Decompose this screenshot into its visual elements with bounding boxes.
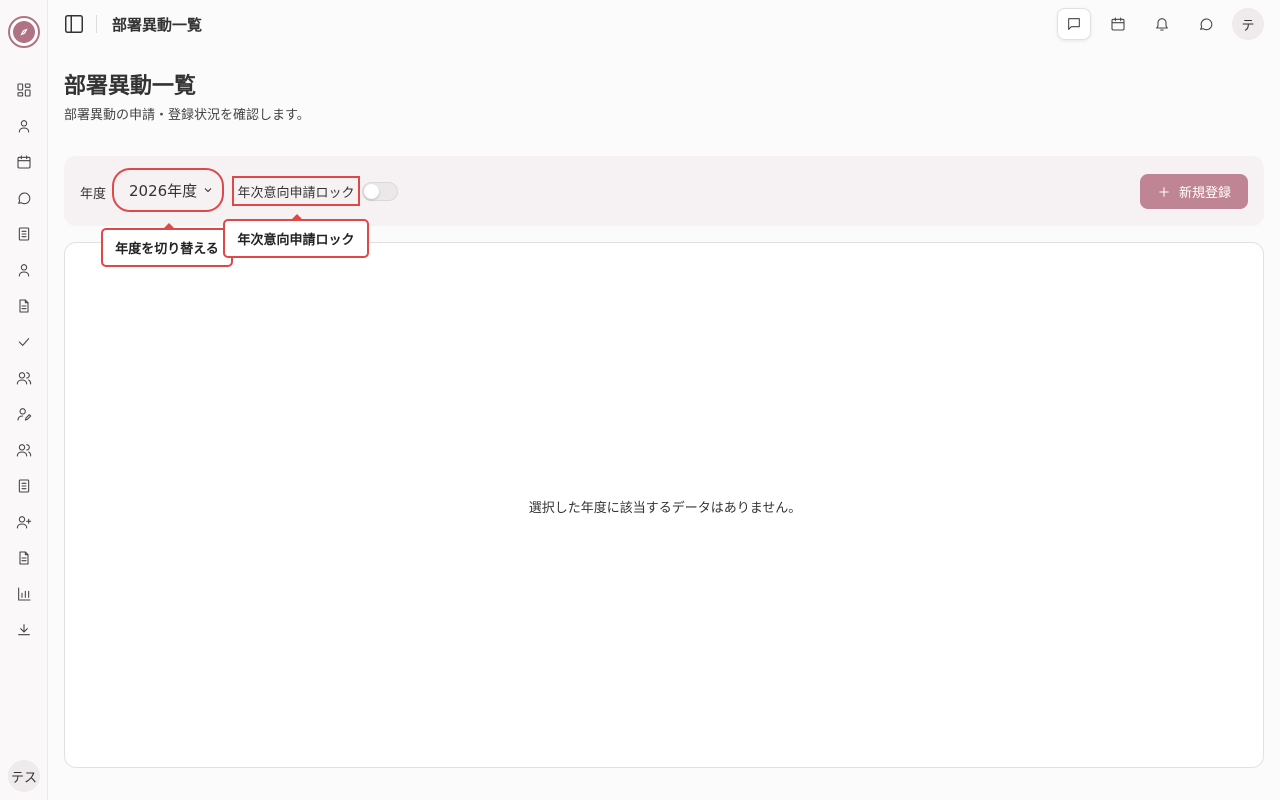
check-icon	[18, 338, 30, 346]
sidebar-item-chat[interactable]	[14, 188, 34, 208]
sidebar-item-calendar[interactable]	[14, 152, 34, 172]
tooltip-year-switch-text: 年度を切り替える	[115, 242, 219, 257]
sidebar-item-report[interactable]	[14, 548, 34, 568]
panel-left-icon	[65, 15, 83, 33]
page-subtitle: 部署異動の申請・登録状況を確認します。	[64, 108, 310, 123]
calendar-icon	[17, 155, 31, 169]
year-label: 年度	[80, 187, 107, 202]
sidebar-item-approval[interactable]	[14, 332, 34, 352]
sidebar-item-members[interactable]	[14, 440, 34, 460]
toggle-knob	[364, 184, 379, 199]
transfer-list-card: 選択した年度に該当するデータはありません。	[64, 242, 1264, 768]
dashboard-icon	[17, 83, 31, 97]
messages-button[interactable]	[1057, 8, 1091, 40]
divider	[96, 15, 97, 33]
chat-icon	[1200, 18, 1213, 31]
filter-bar: 年度 2026年度 年次意向申請ロック 新規登録	[64, 156, 1264, 226]
avatar-initial: テ	[1241, 18, 1255, 34]
year-select-value: 2026年度	[129, 181, 198, 200]
avatar[interactable]: テ	[1232, 8, 1264, 40]
tooltip-arrow	[291, 214, 303, 220]
users-icon	[16, 372, 32, 385]
sidebar-item-document[interactable]	[14, 296, 34, 316]
breadcrumb-title: 部署異動一覧	[112, 16, 203, 34]
page-title: 部署異動一覧	[64, 74, 197, 99]
users-icon	[16, 444, 32, 457]
sidebar-item-add-user[interactable]	[14, 512, 34, 532]
document-icon	[19, 551, 29, 565]
sidebar-item-user[interactable]	[14, 260, 34, 280]
sidebar-item-profile[interactable]	[14, 116, 34, 136]
sidebar-item-team[interactable]	[14, 368, 34, 388]
plus-icon	[1159, 186, 1169, 197]
new-registration-button[interactable]: 新規登録	[1140, 174, 1248, 209]
lock-toggle[interactable]	[362, 182, 398, 201]
year-select-highlight: 2026年度	[112, 168, 224, 212]
chat-button[interactable]	[1189, 8, 1223, 40]
notifications-button[interactable]	[1145, 8, 1179, 40]
tooltip-lock: 年次意向申請ロック	[223, 214, 369, 258]
tooltip-year-switch: 年度を切り替える	[101, 223, 233, 267]
notebook-icon	[18, 479, 30, 493]
user-menu[interactable]: テス	[8, 760, 40, 792]
sidebar-item-records[interactable]	[14, 476, 34, 496]
notebook-icon	[18, 227, 30, 241]
empty-state-message: 選択した年度に該当するデータはありません。	[528, 501, 802, 516]
logo[interactable]	[8, 16, 40, 48]
sidebar-item-download[interactable]	[14, 620, 34, 640]
topbar: 部署異動一覧 テ	[48, 0, 1280, 48]
tooltip-arrow	[163, 223, 175, 229]
document-icon	[19, 299, 29, 313]
user-edit-icon	[17, 408, 32, 421]
calendar-button[interactable]	[1101, 8, 1135, 40]
message-square-icon	[1068, 18, 1080, 30]
bar-chart-icon	[18, 587, 31, 601]
year-select[interactable]: 2026年度	[118, 174, 218, 206]
new-button-label: 新規登録	[1178, 186, 1231, 201]
download-icon	[18, 624, 30, 636]
user-icon	[18, 264, 30, 277]
tooltip-lock-text: 年次意向申請ロック	[237, 233, 355, 248]
compass-icon	[13, 21, 35, 43]
chevron-down-icon	[204, 188, 212, 193]
sidebar-item-notebook[interactable]	[14, 224, 34, 244]
bell-icon	[1156, 18, 1168, 31]
sidebar-item-analytics[interactable]	[14, 584, 34, 604]
chat-icon	[18, 192, 31, 205]
user-initials: テス	[10, 770, 37, 786]
sidebar-item-user-edit[interactable]	[14, 404, 34, 424]
calendar-icon	[1111, 17, 1125, 31]
user-icon	[18, 120, 30, 133]
sidebar-toggle-button[interactable]	[62, 12, 86, 36]
user-plus-icon	[16, 516, 32, 529]
sidebar: テス	[0, 0, 48, 800]
lock-label: 年次意向申請ロック	[232, 176, 360, 206]
sidebar-item-dashboard[interactable]	[14, 80, 34, 100]
